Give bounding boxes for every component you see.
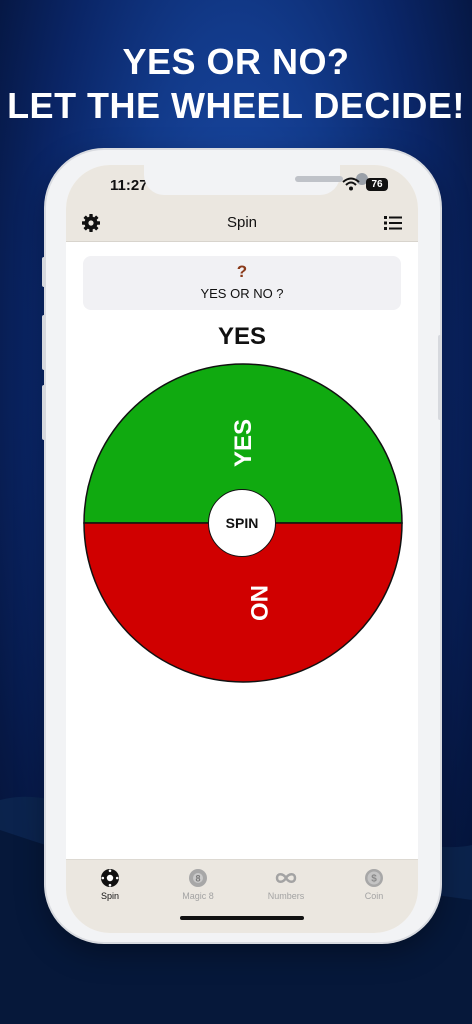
notch <box>144 165 368 195</box>
tab-numbers[interactable]: Numbers <box>242 868 330 901</box>
list-icon[interactable] <box>381 211 405 235</box>
volume-up-button <box>42 315 46 370</box>
tab-label: Coin <box>364 891 384 901</box>
headline-line-1: YES OR NO? <box>122 41 350 82</box>
volume-down-button <box>42 385 46 440</box>
coin-icon: $ <box>330 868 418 888</box>
result-label: YES <box>217 323 267 350</box>
power-button <box>438 335 442 420</box>
tab-label: Numbers <box>267 891 305 901</box>
status-time: 11:27 <box>110 177 148 194</box>
battery-indicator: 76 <box>366 178 388 191</box>
headline-line-2: LET THE WHEEL DECIDE! <box>7 85 465 126</box>
wifi-icon <box>342 177 360 196</box>
mute-switch <box>42 257 46 287</box>
question-card[interactable]: ? YES OR NO ? <box>83 256 401 310</box>
wheel-label-yes: YES <box>230 419 257 467</box>
nav-title: Spin <box>226 214 258 231</box>
question-mark-icon: ? <box>236 262 248 281</box>
infinity-icon <box>242 868 330 888</box>
tab-label: Spin <box>100 891 119 901</box>
tab-bar: Spin 8 Magic 8 Numbers $ Coin <box>66 859 418 933</box>
tab-spin[interactable]: Spin <box>66 868 154 901</box>
wheel-label-no: NO <box>245 585 272 621</box>
svg-text:8: 8 <box>195 874 200 884</box>
speaker-grille <box>295 176 343 182</box>
status-bar: 11:27 76 <box>66 165 418 205</box>
question-text: YES OR NO ? <box>200 286 284 301</box>
svg-text:$: $ <box>371 874 377 885</box>
spin-wheel-icon <box>66 868 154 888</box>
nav-bar: Spin <box>66 205 418 242</box>
tab-magic-8[interactable]: 8 Magic 8 <box>154 868 242 901</box>
spin-button[interactable]: SPIN <box>208 489 276 557</box>
home-indicator[interactable] <box>180 916 304 920</box>
app-screen: 11:27 76 Spin ? YES OR NO ? YES YES NO S… <box>66 165 418 933</box>
magic-8-icon: 8 <box>154 868 242 888</box>
tab-label: Magic 8 <box>182 891 214 901</box>
tab-coin[interactable]: $ Coin <box>330 868 418 901</box>
